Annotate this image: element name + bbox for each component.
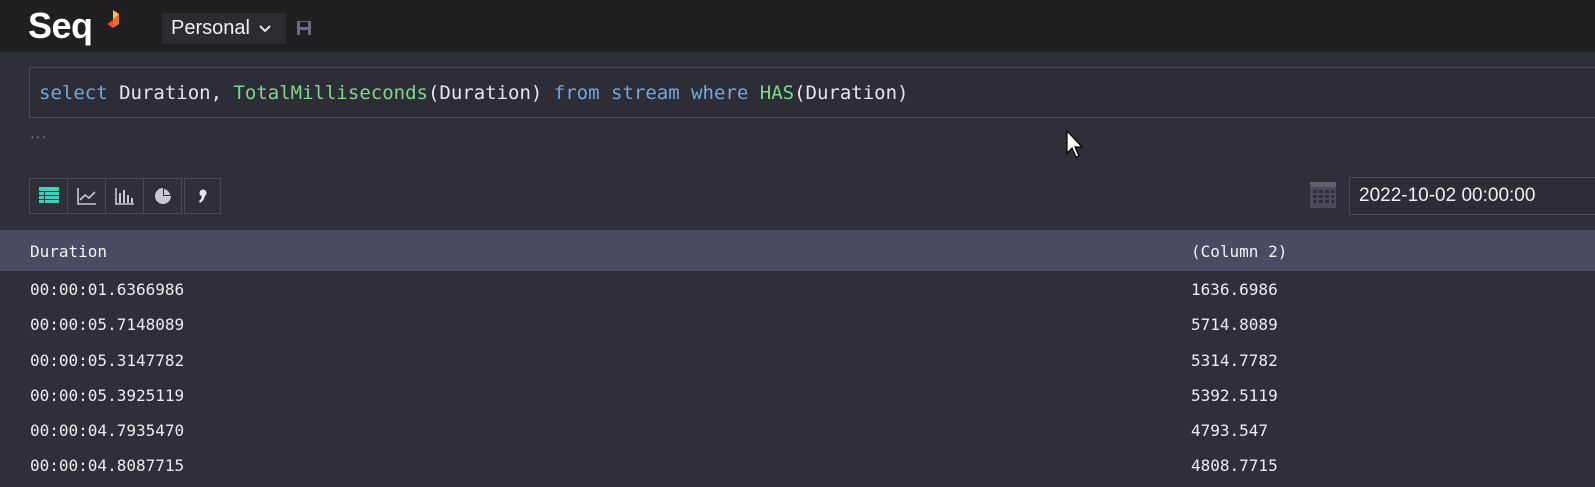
pie-chart-view-button[interactable] (144, 179, 181, 213)
app-logo[interactable]: Seq (28, 5, 93, 47)
workspace-selector[interactable]: Personal (162, 13, 286, 44)
table-row[interactable]: 00:00:04.8087715 4808.7715 (0, 447, 1595, 482)
workspace-label: Personal (171, 17, 250, 39)
table-row[interactable]: 00:00:05.7148089 5714.8089 (0, 306, 1595, 341)
query-token-fn: TotalMilliseconds (233, 81, 428, 104)
results-table: Duration (Column 2) 00:00:01.6366986 163… (0, 230, 1595, 483)
column-header-duration[interactable]: Duration (30, 242, 107, 261)
cell-duration: 00:00:04.7935470 (30, 421, 185, 441)
query-token-kw: from (553, 81, 600, 104)
line-chart-icon (76, 188, 96, 205)
cell-column-2: 4793.547 (1191, 421, 1269, 441)
date-range-input[interactable] (1349, 177, 1595, 215)
query-token-kw: select (39, 81, 108, 104)
cell-column-2: 5314.7782 (1191, 350, 1278, 370)
query-token-tx: (Duration) (427, 81, 554, 104)
mouse-cursor-icon (1066, 130, 1084, 158)
cell-duration: 00:00:05.3147782 (30, 350, 185, 370)
cell-duration: 00:00:05.7148089 (30, 315, 185, 335)
more-options-indicator[interactable]: ··· (30, 128, 47, 144)
table-row[interactable]: 00:00:05.3925119 5392.5119 (0, 377, 1595, 412)
cell-duration: 00:00:04.8087715 (30, 456, 185, 476)
table-row[interactable]: 00:00:05.3147782 5314.7782 (0, 342, 1595, 377)
cell-column-2: 5714.8089 (1191, 315, 1278, 335)
table-view-button[interactable] (30, 179, 68, 213)
bar-chart-view-button[interactable] (106, 179, 144, 213)
table-header: Duration (Column 2) (0, 230, 1595, 271)
table-icon (38, 187, 59, 203)
comma-icon (198, 189, 206, 203)
column-header-column-2[interactable]: (Column 2) (1191, 242, 1287, 261)
cell-duration: 00:00:05.3925119 (30, 385, 185, 405)
bar-chart-icon (114, 188, 134, 205)
view-mode-group (29, 178, 182, 214)
calendar-icon[interactable] (1309, 181, 1337, 209)
cell-column-2: 1636.6986 (1191, 280, 1278, 299)
logo-mark-icon (107, 10, 119, 28)
query-token-tx (680, 82, 691, 104)
query-token-fn: HAS (759, 81, 795, 104)
top-bar: Seq Personal (0, 0, 1595, 52)
table-row[interactable]: 00:00:04.7935470 4793.547 (0, 412, 1595, 447)
query-token-tx: Duration, (107, 81, 234, 104)
query-token-tx (600, 82, 611, 104)
cell-column-2: 4808.7715 (1191, 456, 1278, 476)
query-editor[interactable]: select Duration, TotalMilliseconds (Durat… (29, 67, 1595, 118)
table-row[interactable]: 00:00:01.6366986 1636.6986 (0, 271, 1595, 306)
save-icon[interactable] (296, 20, 312, 36)
line-chart-view-button[interactable] (68, 179, 106, 213)
query-token-tx: (Duration) (794, 81, 909, 104)
chevron-down-icon (259, 24, 271, 32)
cell-column-2: 5392.5119 (1191, 385, 1278, 405)
pie-chart-icon (154, 188, 171, 204)
query-token-kw: where (691, 81, 749, 104)
query-token-kw: stream (611, 81, 680, 104)
query-token-tx (748, 82, 759, 104)
cell-duration: 00:00:01.6366986 (30, 280, 185, 299)
export-csv-button[interactable] (184, 178, 221, 214)
